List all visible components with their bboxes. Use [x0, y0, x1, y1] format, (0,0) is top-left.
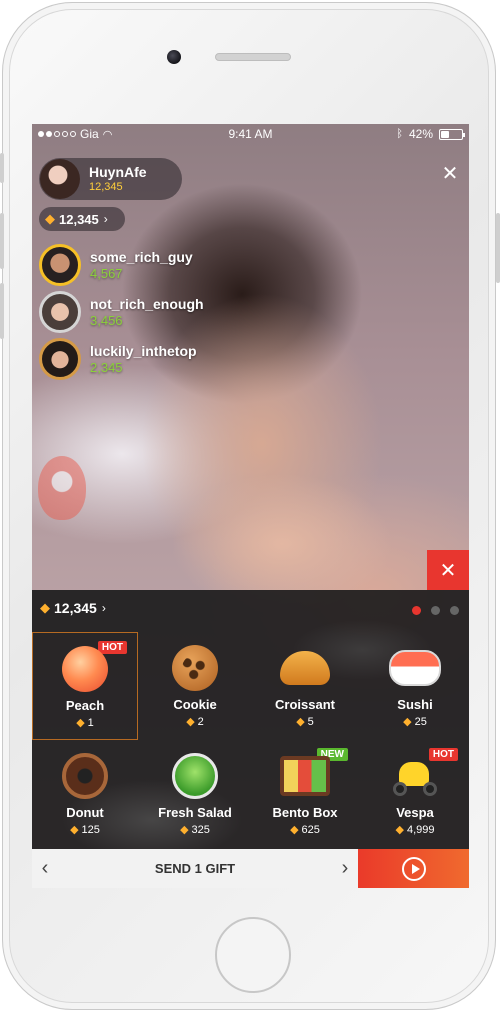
- page-dot[interactable]: [431, 606, 440, 615]
- gift-item[interactable]: HOT Peach ◆ 1: [32, 632, 138, 740]
- cookie-icon: [172, 645, 218, 691]
- gift-price: 4,999: [406, 824, 435, 836]
- croissant-icon: [280, 651, 330, 685]
- hot-badge: HOT: [97, 641, 127, 654]
- leaderboard-item[interactable]: luckily_inthetop 2,345: [39, 338, 197, 380]
- salad-icon: [172, 753, 218, 799]
- gift-name: Bento Box: [272, 805, 338, 820]
- home-button[interactable]: [215, 917, 291, 993]
- gift-item[interactable]: Sushi ◆ 25: [362, 632, 468, 740]
- close-stream-button[interactable]: ✕: [440, 164, 460, 184]
- earpiece-speaker: [215, 53, 291, 61]
- host-avatar: [40, 159, 80, 199]
- front-camera: [167, 50, 181, 64]
- avatar: [39, 244, 81, 286]
- ticket-icon: ◆: [290, 824, 299, 836]
- gift-item[interactable]: HOT Vespa ◆ 4,999: [362, 740, 468, 848]
- leader-count: 2,345: [90, 359, 123, 375]
- host-name: HuynAfe: [89, 164, 147, 180]
- gift-balance[interactable]: ◆ 12,345 ›: [40, 600, 106, 616]
- points-value: 12,345: [59, 211, 99, 227]
- leaderboard-item[interactable]: some_rich_guy 4,567: [39, 244, 193, 286]
- gift-price: 625: [301, 824, 320, 836]
- gift-item[interactable]: Donut ◆ 125: [32, 740, 138, 848]
- gift-name: Croissant: [275, 697, 335, 712]
- live-stream-screen: Gia ◠ 9:41 AM ᛒ 42% HuynAfe 12,345 ✕ ◆ 1…: [32, 124, 469, 888]
- leader-name: some_rich_guy: [90, 248, 193, 265]
- gift-price: 1: [87, 717, 94, 729]
- ticket-icon: ◆: [395, 824, 404, 836]
- gift-item[interactable]: Cookie ◆ 2: [142, 632, 248, 740]
- chevron-left-icon[interactable]: ‹: [32, 849, 58, 888]
- send-gift-button[interactable]: [358, 849, 469, 888]
- ticket-icon: ◆: [403, 716, 412, 728]
- ticket-icon: ◆: [45, 211, 55, 226]
- gift-name: Cookie: [173, 697, 217, 712]
- ticket-icon: ◆: [186, 716, 195, 728]
- chevron-right-icon[interactable]: ›: [332, 849, 358, 888]
- host-count: 12,345: [89, 181, 123, 193]
- gift-price: 25: [414, 716, 427, 728]
- volume-up-button: [0, 213, 4, 269]
- send-gift-label: SEND 1 GIFT: [154, 861, 236, 876]
- chevron-right-icon: ›: [103, 212, 108, 226]
- leaderboard-item[interactable]: not_rich_enough 3,456: [39, 291, 204, 333]
- host-profile[interactable]: HuynAfe 12,345: [39, 158, 182, 200]
- peach-icon: [62, 646, 108, 692]
- volume-down-button: [0, 283, 4, 339]
- chevron-right-icon: ›: [101, 601, 106, 615]
- gift-item[interactable]: Croissant ◆ 5: [252, 632, 358, 740]
- gift-name: Sushi: [397, 697, 433, 712]
- leader-count: 4,567: [90, 265, 123, 281]
- leader-name: luckily_inthetop: [90, 342, 197, 359]
- daruma-icon[interactable]: [38, 456, 86, 520]
- status-time: 9:41 AM: [228, 127, 273, 141]
- battery-fill: [441, 130, 450, 138]
- points-button[interactable]: ◆ 12,345 ›: [39, 207, 125, 231]
- gift-price: 325: [191, 824, 210, 836]
- ticket-icon: ◆: [40, 600, 50, 615]
- gift-name: Peach: [65, 698, 105, 713]
- gift-name: Donut: [66, 805, 104, 820]
- gift-balance-value: 12,345: [54, 600, 97, 616]
- avatar: [39, 291, 81, 333]
- close-gift-panel-button[interactable]: ✕: [427, 550, 469, 590]
- avatar: [39, 338, 81, 380]
- gift-panel: ◆ 12,345 › HOT Peach ◆ 1 Cookie ◆ 2 Croiss…: [32, 590, 469, 849]
- battery-icon: [439, 128, 465, 140]
- gift-price: 125: [81, 824, 100, 836]
- ticket-icon: ◆: [70, 824, 79, 836]
- gift-price: 5: [307, 716, 314, 728]
- donut-icon: [62, 753, 108, 799]
- sushi-icon: [389, 650, 441, 686]
- page-dot[interactable]: [450, 606, 459, 615]
- leader-name: not_rich_enough: [90, 295, 204, 312]
- gift-item[interactable]: NEW Bento Box ◆ 625: [252, 740, 358, 848]
- leader-count: 3,456: [90, 312, 123, 328]
- page-dot[interactable]: [412, 606, 421, 615]
- mute-switch: [0, 153, 4, 183]
- gift-item[interactable]: Fresh Salad ◆ 325: [142, 740, 248, 848]
- gift-name: Fresh Salad: [158, 805, 232, 820]
- gift-name: Vespa: [396, 805, 434, 820]
- page-indicator: [412, 606, 459, 615]
- ticket-icon: ◆: [296, 716, 305, 728]
- gift-price: 2: [197, 716, 204, 728]
- ticket-icon: ◆: [76, 717, 85, 729]
- play-icon: [401, 856, 426, 881]
- vespa-icon: [389, 756, 441, 796]
- power-button: [496, 213, 500, 283]
- status-bar: Gia ◠ 9:41 AM ᛒ 42%: [32, 124, 469, 144]
- bento-icon: [280, 756, 330, 796]
- send-bar: ‹ SEND 1 GIFT ›: [32, 849, 469, 888]
- ticket-icon: ◆: [180, 824, 189, 836]
